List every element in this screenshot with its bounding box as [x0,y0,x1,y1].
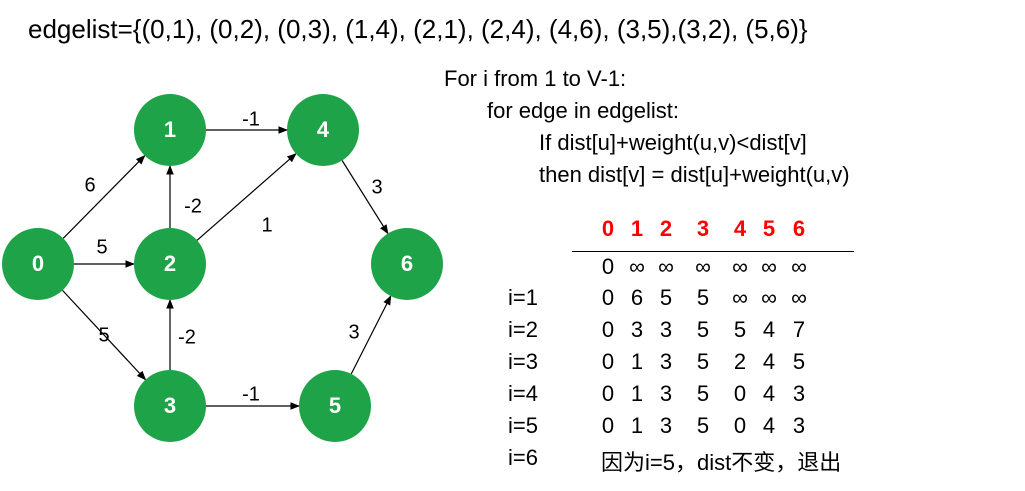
table-header-rule [572,251,854,252]
table-cell: 5 [659,285,673,310]
table-cell: 4 [762,413,776,438]
node-label-1: 1 [164,117,176,142]
table-cell: 3 [630,317,644,342]
table-header-6: 6 [792,216,806,241]
table-cell: 3 [792,381,806,406]
edge-weight-2-1: -2 [184,195,202,217]
table-cell: 0 [601,254,615,279]
edge-weight-4-6: 3 [371,176,382,198]
table-cell: 2 [733,349,747,374]
table-cell: 5 [792,349,806,374]
table-cell: 0 [601,317,615,342]
table-cell: 3 [659,317,673,342]
code-line-3: If dist[u]+weight(u,v)<dist[v] [539,130,807,155]
row-label-i=4: i=4 [508,381,538,406]
edge-2-4 [196,153,297,241]
table-cell: ∞ [658,254,674,279]
row-label-i=2: i=2 [508,317,538,342]
table-cell: ∞ [791,254,807,279]
edge-weight-0-1: 6 [84,174,95,196]
row-label-i=1: i=1 [508,285,538,310]
edge-weight-0-2: 5 [96,236,107,258]
table-header-4: 4 [733,216,747,241]
node-label-0: 0 [32,251,44,276]
table-cell: 1 [630,381,644,406]
table-cell: 5 [696,413,710,438]
table-cell: 0 [601,349,615,374]
table-cell: 0 [733,413,747,438]
table-cell: 3 [792,413,806,438]
table-cell: 4 [762,317,776,342]
table-cell: 3 [659,381,673,406]
table-cell: 1 [630,349,644,374]
table-cell: ∞ [761,285,777,310]
table-cell: 0 [601,381,615,406]
edge-weight-3-2: -2 [178,326,196,348]
table-cell: ∞ [791,285,807,310]
table-cell: ∞ [761,254,777,279]
table-cell: 0 [733,381,747,406]
node-label-6: 6 [401,251,413,276]
table-cell: 5 [696,349,710,374]
code-line-4: then dist[v] = dist[u]+weight(u,v) [539,162,850,187]
table-cell: ∞ [629,254,645,279]
edge-weight-5-6: 3 [348,321,359,343]
table-cell: 3 [659,413,673,438]
code-line-2: for edge in edgelist: [487,98,680,123]
row-label-final: i=6 [508,445,538,470]
nodes-layer: 0 1 2 3 4 5 6 [2,94,443,442]
code-line-1: For i from 1 to V-1: [444,66,627,91]
table-header-1: 1 [630,216,644,241]
table-cell: 4 [762,349,776,374]
table-header-0: 0 [601,216,615,241]
table-cell: ∞ [732,254,748,279]
edge-0-1 [62,154,146,239]
edge-weight-1-4: -1 [242,108,260,130]
table-cell: 0 [601,285,615,310]
table-header-5: 5 [762,216,776,241]
node-label-4: 4 [317,117,330,142]
final-note: 因为i=5，dist不变，退出 [601,450,842,475]
table-header-2: 2 [659,216,673,241]
table-cell: ∞ [695,254,711,279]
node-label-5: 5 [329,393,341,418]
table-cell: 5 [696,317,710,342]
edge-weight-2-4: 1 [261,214,272,236]
edge-weight-3-5: -1 [242,383,260,405]
node-label-3: 3 [164,393,176,418]
table-cell: 3 [659,349,673,374]
table-cell: 5 [696,285,710,310]
table-cell: 0 [601,413,615,438]
table-cell: 6 [630,285,644,310]
table-cell: 7 [792,317,806,342]
row-label-i=5: i=5 [508,413,538,438]
graph-diagram: 6 5 5 -1 -2 1 3 -1 -2 3 0 1 2 3 4 5 6 [2,94,443,442]
node-label-2: 2 [164,251,176,276]
table-cell: 1 [630,413,644,438]
table-cell: ∞ [732,285,748,310]
row-label-i=3: i=3 [508,349,538,374]
table-cell: 5 [733,317,747,342]
edge-weight-0-3: 5 [98,324,109,346]
table-cell: 4 [762,381,776,406]
table-header-3: 3 [696,216,710,241]
table-cell: 5 [696,381,710,406]
